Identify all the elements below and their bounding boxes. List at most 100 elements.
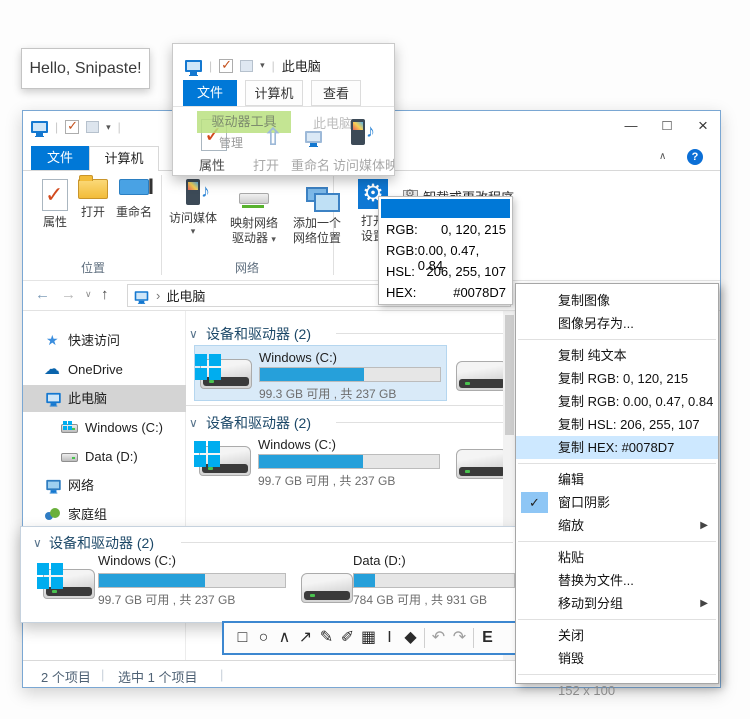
text-tool-icon[interactable]: I — [379, 626, 400, 650]
mini-tab-view: 查看 — [311, 80, 361, 106]
mini-window-title: 此电脑 — [282, 56, 321, 75]
menu-copy-hsl[interactable]: 复制 HSL: 206, 255, 107 — [516, 413, 718, 436]
polyline-tool-icon[interactable]: ∧ — [274, 626, 295, 650]
pinned-snip-window[interactable]: ∨ 设备和驱动器 (2) Windows (C:) 99.7 GB 可用 , 共… — [20, 526, 521, 623]
close-button[interactable]: × — [685, 111, 721, 141]
properties-icon — [42, 179, 68, 211]
access-media-button[interactable]: 访问媒体 ▾ — [165, 179, 221, 237]
access-media-dropdown-icon: ▾ — [165, 226, 221, 237]
sidebar-item-homegroup[interactable]: 家庭组 — [23, 501, 186, 528]
open-button[interactable]: 打开 — [75, 179, 111, 220]
maximize-button[interactable]: □ — [649, 111, 685, 141]
sidebar-item-quick-access[interactable]: ★ 快速访问 — [23, 327, 186, 354]
recent-locations-icon[interactable]: ∨ — [85, 289, 92, 300]
marker-tool-icon[interactable]: ✐ — [337, 626, 358, 650]
sidebar-item-windows-c[interactable]: Windows (C:) — [23, 414, 186, 441]
this-pc-icon — [46, 393, 60, 403]
group-network-label: 网络 — [235, 259, 259, 276]
menu-replace-with-file[interactable]: 替换为文件... — [516, 569, 718, 592]
collapse-ribbon-icon[interactable]: ∧ — [659, 151, 666, 162]
mini-snip-window[interactable]: | ▾ | 此电脑 文件 计算机 查看 驱动器工具 管理 此电脑 ⇧ 属性 打开 — [172, 43, 395, 176]
breadcrumb-this-pc[interactable]: 此电脑 — [166, 286, 205, 305]
eraser-tool-icon[interactable]: ◆ — [400, 626, 421, 650]
drive-c-name: Windows (C:) — [258, 437, 336, 452]
mini-title-bar: | ▾ | 此电脑 — [173, 44, 394, 80]
qat-properties-icon[interactable] — [65, 120, 79, 134]
up-icon[interactable]: ↑ — [101, 286, 109, 303]
undo-icon[interactable]: ↶ — [428, 626, 449, 650]
rename-button[interactable]: 重命名 — [111, 179, 157, 220]
network-icon — [46, 480, 60, 490]
menu-separator — [518, 674, 716, 675]
mini-media-icon — [351, 119, 365, 145]
menu-copy-rgb[interactable]: 复制 RGB: 0, 120, 215 — [516, 367, 718, 390]
menu-paste[interactable]: 粘贴 — [516, 546, 718, 569]
properties-button[interactable]: 属性 — [37, 179, 73, 230]
tab-file[interactable]: 文件 — [31, 146, 89, 170]
map-drive-button[interactable]: 映射网络 驱动器 ▾ — [223, 179, 285, 247]
back-icon[interactable]: ← — [35, 286, 50, 303]
app-icon — [31, 121, 48, 133]
menu-window-shadow[interactable]: ✓ 窗口阴影 — [516, 491, 718, 514]
collapse-group-icon[interactable]: ∨ — [189, 327, 198, 341]
group-header[interactable]: 设备和驱动器 (2) — [206, 413, 311, 433]
help-icon[interactable]: ? — [687, 149, 703, 165]
status-selected-count: 选中 1 个项目 — [118, 667, 197, 686]
menu-move-to-group[interactable]: 移动到分组 ▶ — [516, 592, 718, 615]
mini-open-label: 打开 — [253, 155, 279, 174]
group-header[interactable]: 设备和驱动器 (2) — [206, 324, 311, 344]
drive-c-usage-bar — [259, 367, 441, 382]
mini-ribbon: 驱动器工具 管理 此电脑 ⇧ 属性 打开 重命名 访问媒体 映 — [173, 106, 394, 176]
rename-icon — [119, 179, 149, 195]
forward-icon[interactable]: → — [61, 286, 76, 303]
menu-separator — [518, 463, 716, 464]
rectangle-tool-icon[interactable]: □ — [232, 626, 253, 650]
menu-save-image-as[interactable]: 图像另存为... — [516, 312, 718, 335]
add-network-label1: 添加一个 — [287, 216, 347, 231]
sidebar-item-this-pc[interactable]: 此电脑 — [23, 385, 186, 412]
sidebar-item-network[interactable]: 网络 — [23, 472, 186, 499]
color-swatch — [381, 199, 510, 218]
mosaic-tool-icon[interactable]: ▦ — [358, 626, 379, 650]
qat-separator: | — [209, 59, 212, 73]
pencil-tool-icon[interactable]: ✎ — [316, 626, 337, 650]
menu-copy-plain-text[interactable]: 复制 纯文本 — [516, 344, 718, 367]
mini-ghost-title: 此电脑 — [313, 113, 352, 132]
minimize-button[interactable]: — — [613, 111, 649, 141]
menu-edit[interactable]: 编辑 — [516, 468, 718, 491]
drive-item-c-selected[interactable]: Windows (C:) 99.3 GB 可用 , 共 237 GB — [194, 345, 447, 401]
menu-zoom[interactable]: 缩放 ▶ — [516, 514, 718, 537]
qat-newfolder-icon[interactable] — [86, 121, 99, 133]
ellipse-tool-icon[interactable]: ○ — [253, 626, 274, 650]
mini-manage-label: 管理 — [219, 134, 243, 151]
collapse-group-icon[interactable]: ∨ — [189, 416, 198, 430]
menu-destroy[interactable]: 销毁 — [516, 647, 718, 670]
drive-d-name: Data (D:) — [353, 553, 406, 568]
tab-computer[interactable]: 计算机 — [89, 146, 159, 171]
sidebar-item-data-d[interactable]: Data (D:) — [23, 443, 186, 470]
scrollbar-thumb[interactable] — [505, 315, 514, 435]
sidebar-item-onedrive[interactable]: ☁ OneDrive — [23, 356, 186, 383]
drive-item-c[interactable]: Windows (C:) 99.7 GB 可用 , 共 237 GB — [194, 433, 447, 489]
menu-copy-image[interactable]: 复制图像 — [516, 289, 718, 312]
app-icon — [185, 60, 202, 72]
menu-close[interactable]: 关闭 — [516, 624, 718, 647]
color-row-hsl: HSL: 206, 255, 107 — [386, 264, 506, 279]
checkmark-icon: ✓ — [521, 492, 548, 513]
redo-icon[interactable]: ↷ — [449, 626, 470, 650]
quick-access-star-icon: ★ — [46, 327, 59, 354]
add-network-label2: 网络位置 — [287, 231, 347, 246]
menu-copy-rgb-float[interactable]: 复制 RGB: 0.00, 0.47, 0.84 — [516, 390, 718, 413]
partial-tool-icon[interactable]: E — [477, 626, 498, 650]
hello-snip[interactable]: Hello, Snipaste! — [21, 48, 150, 89]
drive-c-caption: 99.3 GB 可用 , 共 237 GB — [259, 385, 396, 402]
snipaste-toolbar: □ ○ ∧ ↗ ✎ ✐ ▦ I ◆ ↶ ↷ E — [222, 621, 520, 655]
properties-label: 属性 — [37, 215, 73, 230]
mini-media-label: 访问媒体 — [333, 155, 385, 174]
drive-c-icon — [200, 359, 252, 389]
menu-copy-hex[interactable]: 复制 HEX: #0078D7 — [516, 436, 718, 459]
arrow-tool-icon[interactable]: ↗ — [295, 626, 316, 650]
qat-dropdown-icon[interactable]: ▾ — [106, 122, 111, 133]
add-network-location-button[interactable]: 添加一个 网络位置 — [287, 179, 347, 246]
rename-label: 重命名 — [111, 205, 157, 220]
